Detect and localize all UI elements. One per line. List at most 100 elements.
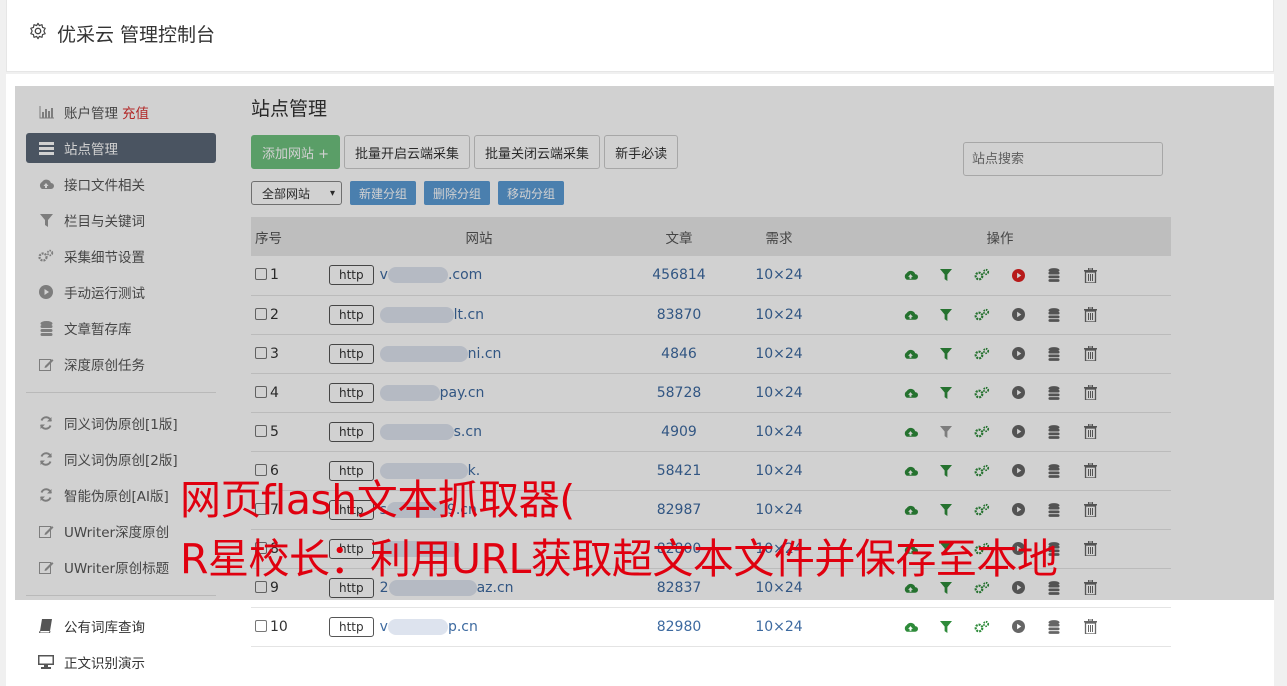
site-link[interactable]: pay.cn: [379, 384, 484, 401]
batch-close-button[interactable]: 批量关闭云端采集: [474, 135, 601, 169]
filter-icon[interactable]: [928, 461, 964, 481]
filter-icon[interactable]: [928, 422, 964, 442]
play-icon[interactable]: [1000, 617, 1036, 637]
cogs-icon[interactable]: [964, 383, 1000, 403]
play-icon[interactable]: [1000, 422, 1036, 442]
row-checkbox[interactable]: [255, 619, 267, 632]
database-icon[interactable]: [1036, 461, 1072, 481]
play-icon[interactable]: [1000, 383, 1036, 403]
sidebar-item[interactable]: 公有词库查询: [26, 608, 216, 644]
play-icon[interactable]: [1000, 265, 1036, 285]
site-link[interactable]: ni.cn: [379, 345, 501, 362]
sidebar-item[interactable]: 手动运行测试: [26, 274, 216, 310]
sidebar-item[interactable]: 正文识别演示: [26, 644, 216, 680]
newbie-guide-button[interactable]: 新手必读: [604, 135, 679, 169]
cogs-icon[interactable]: [964, 344, 1000, 364]
new-group-button[interactable]: 新建分组: [350, 181, 417, 205]
delete-group-button[interactable]: 删除分组: [424, 181, 491, 205]
group-select[interactable]: 全部网站 ▾: [251, 181, 342, 205]
database-icon[interactable]: [1036, 422, 1072, 442]
cloud-upload-icon[interactable]: [892, 500, 928, 520]
filter-icon[interactable]: [928, 344, 964, 364]
articles-cell[interactable]: 456814: [629, 256, 729, 296]
cogs-icon[interactable]: [964, 500, 1000, 520]
database-icon[interactable]: [1036, 344, 1072, 364]
database-icon[interactable]: [1036, 265, 1072, 285]
cogs-icon[interactable]: [964, 265, 1000, 285]
cloud-upload-icon[interactable]: [892, 422, 928, 442]
database-icon[interactable]: [1036, 617, 1072, 637]
need-cell[interactable]: 10×24: [729, 607, 829, 647]
cogs-icon[interactable]: [964, 422, 1000, 442]
cloud-upload-icon[interactable]: [892, 461, 928, 481]
filter-icon[interactable]: [928, 305, 964, 325]
sidebar-item[interactable]: 接口文件相关: [26, 166, 216, 202]
articles-cell[interactable]: 83870: [629, 295, 729, 335]
site-link[interactable]: s.cn: [379, 423, 482, 440]
trash-icon[interactable]: [1072, 617, 1108, 637]
play-icon[interactable]: [1000, 344, 1036, 364]
site-link[interactable]: v p.cn: [380, 618, 478, 635]
trash-icon[interactable]: [1072, 539, 1108, 559]
sidebar-item[interactable]: 栏目与关键词: [26, 202, 216, 238]
sidebar-item[interactable]: 站点管理: [26, 133, 216, 163]
cloud-upload-icon[interactable]: [892, 265, 928, 285]
articles-cell[interactable]: 58728: [629, 373, 729, 413]
filter-icon[interactable]: [928, 265, 964, 285]
cloud-upload-icon[interactable]: [892, 617, 928, 637]
articles-cell[interactable]: 82987: [629, 490, 729, 530]
row-checkbox[interactable]: [255, 346, 267, 359]
add-site-button[interactable]: 添加网站 +: [251, 135, 341, 169]
row-checkbox[interactable]: [255, 385, 267, 398]
group-select-value: 全部网站: [262, 186, 311, 201]
articles-cell[interactable]: 82980: [629, 607, 729, 647]
play-icon[interactable]: [1000, 461, 1036, 481]
trash-icon[interactable]: [1072, 422, 1108, 442]
trash-icon[interactable]: [1072, 383, 1108, 403]
row-checkbox[interactable]: [255, 268, 267, 281]
batch-open-button[interactable]: 批量开启云端采集: [344, 135, 471, 169]
cloud-upload-icon[interactable]: [892, 383, 928, 403]
need-cell[interactable]: 10×24: [729, 256, 829, 296]
filter-icon[interactable]: [928, 500, 964, 520]
cogs-icon[interactable]: [964, 461, 1000, 481]
play-icon[interactable]: [1000, 305, 1036, 325]
move-group-button[interactable]: 移动分组: [498, 181, 565, 205]
articles-cell[interactable]: 58421: [629, 451, 729, 491]
need-cell[interactable]: 10×24: [729, 373, 829, 413]
need-cell[interactable]: 10×24: [729, 490, 829, 530]
database-icon[interactable]: [1036, 305, 1072, 325]
need-cell[interactable]: 10×24: [729, 451, 829, 491]
need-cell[interactable]: 10×24: [729, 412, 829, 452]
play-icon[interactable]: [1000, 500, 1036, 520]
need-cell[interactable]: 10×24: [729, 295, 829, 335]
cloud-upload-icon[interactable]: [892, 344, 928, 364]
need-cell[interactable]: 10×24: [729, 334, 829, 374]
trash-icon[interactable]: [1072, 265, 1108, 285]
trash-icon[interactable]: [1072, 578, 1108, 598]
cogs-icon[interactable]: [964, 617, 1000, 637]
sidebar-item[interactable]: 账户管理 充值: [26, 94, 216, 130]
articles-cell[interactable]: 4846: [629, 334, 729, 374]
database-icon[interactable]: [1036, 383, 1072, 403]
filter-icon[interactable]: [928, 383, 964, 403]
trash-icon[interactable]: [1072, 305, 1108, 325]
row-checkbox[interactable]: [255, 307, 267, 320]
trash-icon[interactable]: [1072, 344, 1108, 364]
row-checkbox[interactable]: [255, 424, 267, 437]
cloud-upload-icon[interactable]: [892, 305, 928, 325]
articles-cell[interactable]: 4909: [629, 412, 729, 452]
trash-icon[interactable]: [1072, 500, 1108, 520]
trash-icon[interactable]: [1072, 461, 1108, 481]
sidebar-item[interactable]: 深度原创任务: [26, 346, 216, 382]
sidebar-item[interactable]: 采集细节设置: [26, 238, 216, 274]
filter-icon[interactable]: [928, 617, 964, 637]
site-search-input[interactable]: [963, 142, 1163, 176]
sidebar-item[interactable]: 文章暂存库: [26, 310, 216, 346]
site-link[interactable]: v .com: [380, 267, 482, 284]
site-link[interactable]: lt.cn: [379, 306, 484, 323]
recharge-link[interactable]: 充值: [122, 102, 149, 122]
database-icon[interactable]: [1036, 500, 1072, 520]
sidebar-item[interactable]: 同义词伪原创[1版]: [26, 405, 216, 441]
cogs-icon[interactable]: [964, 305, 1000, 325]
